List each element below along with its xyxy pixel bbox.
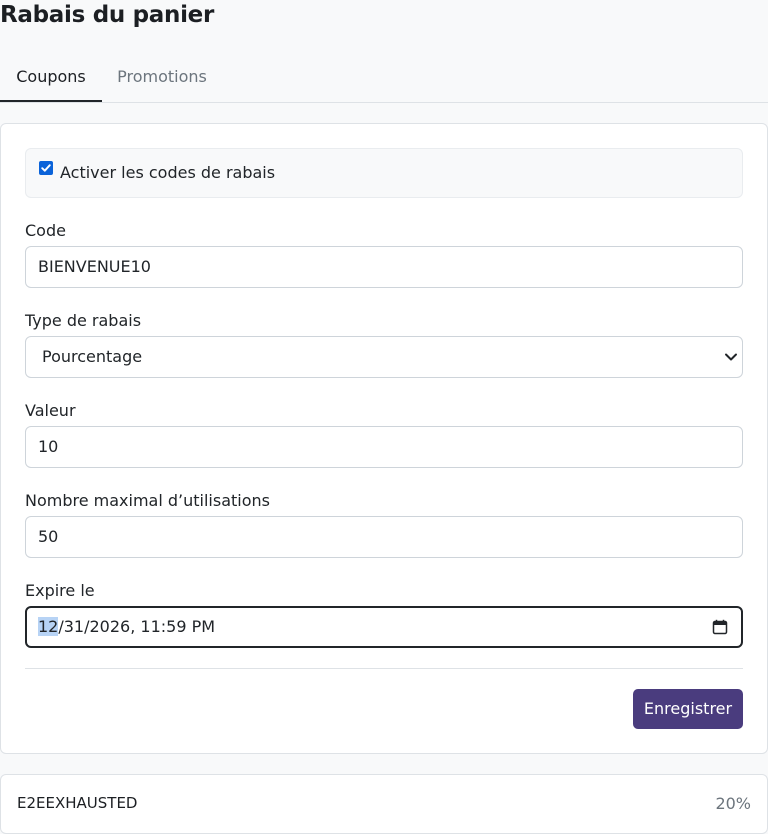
- calendar-icon[interactable]: [712, 619, 728, 635]
- value-label: Valeur: [25, 401, 76, 420]
- max-uses-label: Nombre maximal d’utilisations: [25, 491, 270, 510]
- discount-type-label: Type de rabais: [25, 311, 142, 330]
- check-icon: [41, 164, 51, 172]
- page-title: Rabais du panier: [0, 2, 215, 28]
- discount-type-select[interactable]: Pourcentage: [25, 336, 743, 378]
- tab-promotions[interactable]: Promotions: [102, 56, 222, 102]
- value-input[interactable]: 10: [25, 426, 743, 468]
- code-label: Code: [25, 221, 66, 240]
- save-button[interactable]: Enregistrer: [633, 689, 743, 729]
- enable-discount-codes-toggle[interactable]: Activer les codes de rabais: [25, 148, 743, 198]
- coupon-code: E2EEXHAUSTED: [17, 794, 138, 812]
- discount-type-value: Pourcentage: [42, 347, 143, 366]
- enable-label: Activer les codes de rabais: [60, 163, 276, 182]
- expires-month-segment[interactable]: 12: [38, 617, 59, 636]
- expires-label: Expire le: [25, 581, 95, 600]
- coupon-settings-card: Activer les codes de rabais Code BIENVEN…: [0, 123, 768, 754]
- tab-coupons[interactable]: Coupons: [0, 56, 102, 102]
- max-uses-input[interactable]: 50: [25, 516, 743, 558]
- chevron-down-icon: [725, 353, 737, 361]
- code-input[interactable]: BIENVENUE10: [25, 246, 743, 288]
- expires-datetime-input[interactable]: 12/31/2026, 11:59 PM: [25, 606, 743, 648]
- expires-rest: /31/2026, 11:59 PM: [58, 617, 216, 636]
- coupon-value: 20%: [715, 794, 751, 813]
- enable-checkbox[interactable]: [39, 161, 53, 175]
- form-divider: [25, 668, 743, 669]
- coupon-list-item[interactable]: E2EEXHAUSTED 20%: [0, 774, 768, 834]
- tab-bar: Coupons Promotions: [0, 56, 768, 103]
